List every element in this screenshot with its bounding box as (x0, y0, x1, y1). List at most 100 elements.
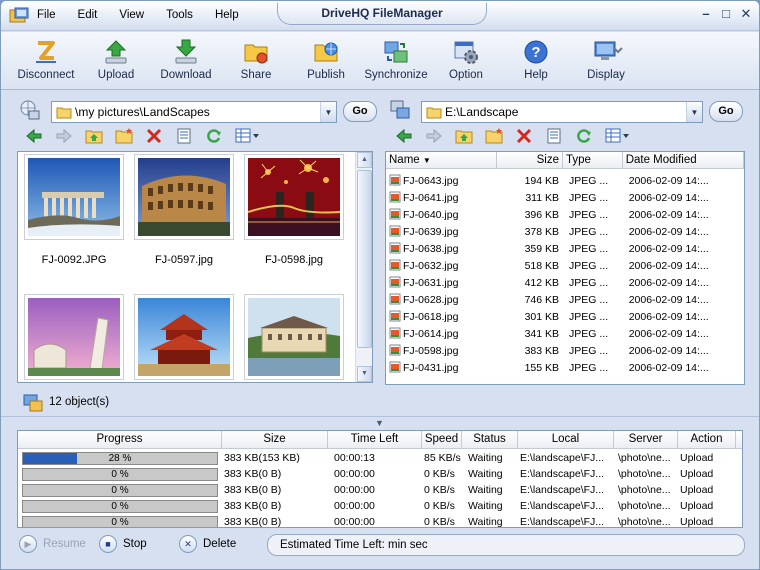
thumbnail-image-palace (248, 298, 340, 376)
maximize-button[interactable]: □ (719, 7, 733, 21)
column-type[interactable]: Type (563, 152, 623, 168)
transfer-row[interactable]: 28 % 383 KB(153 KB) 00:00:13 85 KB/s Waiting… (18, 450, 742, 466)
option-button[interactable]: Option (431, 32, 501, 88)
properties-icon[interactable] (543, 127, 565, 145)
column-name[interactable]: Name ▼ (386, 152, 498, 168)
transfer-status: Waiting (468, 468, 503, 480)
column-server[interactable]: Server (614, 431, 678, 448)
publish-button[interactable]: Publish (291, 32, 361, 88)
column-date-modified[interactable]: Date Modified (623, 152, 744, 168)
chevron-down-icon[interactable]: ▼ (686, 102, 702, 122)
download-button[interactable]: Download (151, 32, 221, 88)
disconnect-button[interactable]: Disconnect (11, 32, 81, 88)
file-row[interactable]: FJ-0628.jpg 746 KB JPEG ... 2006-02-09 14:.… (386, 291, 744, 308)
file-row[interactable]: FJ-0598.jpg 383 KB JPEG ... 2006-02-09 14:.… (386, 342, 744, 359)
menu-view[interactable]: View (119, 9, 144, 21)
column-size[interactable]: Size (222, 431, 328, 448)
local-path-combo[interactable]: E:\Landscape ▼ (421, 101, 703, 123)
forward-icon[interactable] (53, 127, 75, 145)
transfer-row[interactable]: 0 % 383 KB(0 B) 00:00:00 0 KB/s Waiting E:\la… (18, 466, 742, 482)
local-go-button[interactable]: Go (709, 101, 743, 122)
file-name-cell: FJ-0598.jpg (386, 344, 497, 357)
thumbnail-item[interactable]: FJ-0598.jpg (244, 154, 344, 266)
delete-icon[interactable] (143, 127, 165, 145)
upload-label: Upload (97, 69, 135, 81)
column-status[interactable]: Status (462, 431, 518, 448)
column-action[interactable]: Action (678, 431, 736, 448)
app-icon[interactable] (9, 7, 29, 25)
back-icon[interactable] (393, 127, 415, 145)
properties-icon[interactable] (173, 127, 195, 145)
close-button[interactable]: ✕ (739, 7, 753, 21)
chevron-down-icon[interactable]: ▼ (320, 102, 336, 122)
column-speed[interactable]: Speed (422, 431, 462, 448)
file-row[interactable]: FJ-0614.jpg 341 KB JPEG ... 2006-02-09 14:.… (386, 325, 744, 342)
file-name: FJ-0640.jpg (403, 209, 459, 221)
column-progress[interactable]: Progress (18, 431, 222, 448)
image-file-icon (389, 293, 401, 305)
thumbnail-item[interactable] (134, 294, 234, 380)
file-name: FJ-0618.jpg (403, 311, 459, 323)
resume-button[interactable]: ▶ Resume (19, 535, 86, 553)
help-button[interactable]: ? Help (501, 32, 571, 88)
forward-icon[interactable] (423, 127, 445, 145)
refresh-icon[interactable] (573, 127, 595, 145)
menu-file[interactable]: File (37, 9, 56, 21)
file-size: 746 KB (524, 293, 560, 306)
synchronize-button[interactable]: Synchronize (361, 32, 431, 88)
transfer-queue[interactable]: Progress Size Time Left Speed Status Loc… (17, 430, 743, 528)
transfer-row[interactable]: 0 % 383 KB(0 B) 00:00:00 0 KB/s Waiting E:\la… (18, 514, 742, 527)
delete-icon[interactable] (513, 127, 535, 145)
remote-path-combo[interactable]: \my pictures\LandScapes ▼ (51, 101, 337, 123)
collapse-arrow-icon[interactable]: ▼ (375, 418, 384, 428)
menu-tools[interactable]: Tools (166, 9, 193, 21)
scroll-down-icon[interactable]: ▼ (357, 366, 372, 382)
back-icon[interactable] (23, 127, 45, 145)
menu-edit[interactable]: Edit (78, 9, 98, 21)
up-folder-icon[interactable] (453, 127, 475, 145)
scroll-up-icon[interactable]: ▲ (357, 152, 372, 168)
stop-button[interactable]: ■ Stop (99, 535, 147, 553)
file-row[interactable]: FJ-0638.jpg 359 KB JPEG ... 2006-02-09 14:.… (386, 240, 744, 257)
file-row[interactable]: FJ-0632.jpg 518 KB JPEG ... 2006-02-09 14:.… (386, 257, 744, 274)
thumbnail-item[interactable] (24, 294, 124, 380)
file-row[interactable]: FJ-0618.jpg 301 KB JPEG ... 2006-02-09 14:.… (386, 308, 744, 325)
file-row[interactable]: FJ-0631.jpg 412 KB JPEG ... 2006-02-09 14:.… (386, 274, 744, 291)
transfer-row[interactable]: 0 % 383 KB(0 B) 00:00:00 0 KB/s Waiting E:\la… (18, 498, 742, 514)
thumbnail-item[interactable]: FJ-0597.jpg (134, 154, 234, 266)
file-row[interactable]: FJ-0643.jpg 194 KB JPEG ... 2006-02-09 14:.… (386, 172, 744, 189)
minimize-button[interactable]: – (699, 7, 713, 21)
share-button[interactable]: Share (221, 32, 291, 88)
thumbnail-scrollbar[interactable]: ▲ ▼ (355, 152, 372, 382)
new-folder-icon[interactable] (113, 127, 135, 145)
up-folder-icon[interactable] (83, 127, 105, 145)
delete-button[interactable]: ✕ Delete (179, 535, 236, 553)
new-folder-icon[interactable] (483, 127, 505, 145)
column-local[interactable]: Local (518, 431, 614, 448)
column-time-left[interactable]: Time Left (328, 431, 422, 448)
file-list[interactable]: Name ▼ Size Type Date Modified FJ-0643.j… (385, 151, 745, 385)
column-size[interactable]: Size (497, 152, 564, 168)
transfer-server: \photo\ne... (618, 484, 671, 496)
thumbnail-item[interactable] (244, 294, 344, 380)
panel-splitter[interactable]: ▼ (1, 416, 759, 428)
file-name: FJ-0614.jpg (403, 328, 459, 340)
thumbnail-item[interactable]: FJ-0092.JPG (24, 154, 124, 266)
remote-go-button[interactable]: Go (343, 101, 377, 122)
thumbnail-view[interactable]: FJ-0092.JPG FJ-0597.jpg FJ-0598.jpg ▲ ▼ (17, 151, 373, 383)
file-row[interactable]: FJ-0431.jpg 155 KB JPEG ... 2006-02-09 14:.… (386, 359, 744, 376)
scroll-thumb[interactable] (357, 170, 372, 348)
transfer-time-left: 00:00:00 (334, 468, 375, 480)
refresh-icon[interactable] (203, 127, 225, 145)
file-row[interactable]: FJ-0639.jpg 378 KB JPEG ... 2006-02-09 14:.… (386, 223, 744, 240)
file-row[interactable]: FJ-0641.jpg 311 KB JPEG ... 2006-02-09 14:.… (386, 189, 744, 206)
display-button[interactable]: Display (571, 32, 641, 88)
view-mode-icon[interactable] (603, 127, 633, 145)
progress-text: 0 % (111, 484, 129, 496)
upload-button[interactable]: Upload (81, 32, 151, 88)
synchronize-label: Synchronize (364, 69, 428, 81)
file-row[interactable]: FJ-0640.jpg 396 KB JPEG ... 2006-02-09 14:.… (386, 206, 744, 223)
view-mode-icon[interactable] (233, 127, 263, 145)
transfer-row[interactable]: 0 % 383 KB(0 B) 00:00:00 0 KB/s Waiting E:\la… (18, 482, 742, 498)
menu-help[interactable]: Help (215, 9, 239, 21)
